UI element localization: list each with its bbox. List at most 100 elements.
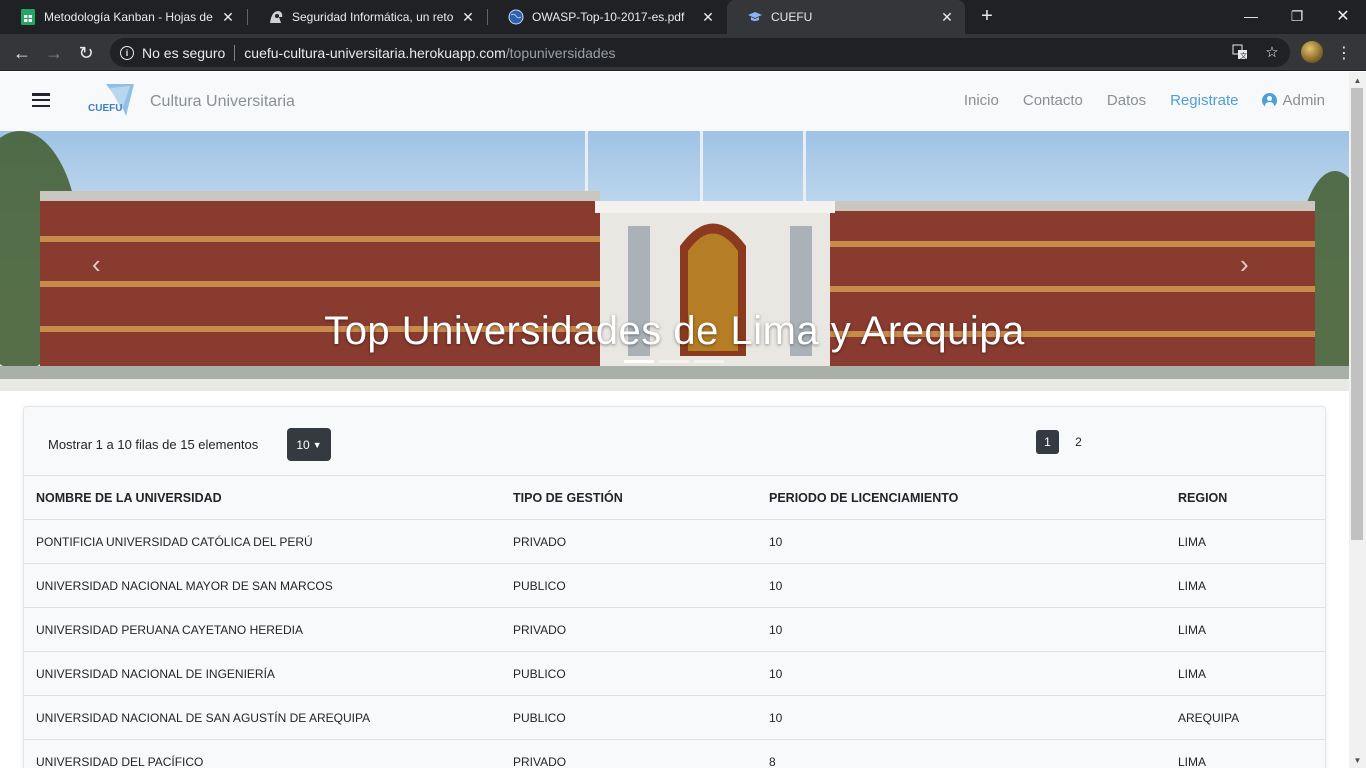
page-size-select[interactable]: 10 ▼ bbox=[287, 428, 331, 461]
table-row: UNIVERSIDAD NACIONAL DE SAN AGUSTÍN DE A… bbox=[24, 695, 1325, 739]
close-tab-icon[interactable]: ✕ bbox=[700, 9, 716, 25]
browser-tab-active[interactable]: CUEFU ✕ bbox=[727, 0, 965, 34]
graduation-cap-icon bbox=[747, 9, 763, 25]
carousel-prev-icon[interactable]: ‹ bbox=[92, 249, 101, 280]
sheets-icon bbox=[20, 9, 36, 25]
column-header-nombre[interactable]: NOMBRE DE LA UNIVERSIDAD bbox=[36, 476, 222, 520]
site-brand[interactable]: Cultura Universitaria bbox=[150, 93, 295, 111]
address-bar[interactable]: i No es seguro cuefu-cultura-universitar… bbox=[110, 38, 1290, 67]
restore-icon[interactable]: ❐ bbox=[1274, 0, 1320, 32]
menu-kebab-icon[interactable]: ⋮ bbox=[1336, 40, 1352, 66]
cell-periodo: 8 bbox=[769, 755, 776, 768]
cell-periodo: 10 bbox=[769, 535, 783, 549]
page-size-value: 10 bbox=[296, 437, 310, 452]
omnibox-divider bbox=[234, 44, 236, 61]
cell-nombre: UNIVERSIDAD NACIONAL DE INGENIERÍA bbox=[36, 667, 275, 681]
table-row: UNIVERSIDAD NACIONAL DE INGENIERÍA PUBLI… bbox=[24, 651, 1325, 695]
nav-link-contacto[interactable]: Contacto bbox=[1023, 92, 1083, 109]
browser-tab[interactable]: Seguridad Informática, un reto p ✕ bbox=[248, 0, 486, 34]
cell-region: LIMA bbox=[1178, 623, 1207, 637]
scroll-up-icon[interactable]: ▲ bbox=[1349, 72, 1366, 88]
column-header-tipo[interactable]: TIPO DE GESTIÓN bbox=[513, 476, 623, 520]
cell-nombre: UNIVERSIDAD DEL PACÍFICO bbox=[36, 755, 204, 768]
cell-tipo: PRIVADO bbox=[513, 535, 567, 549]
url-host: cuefu-cultura-universitaria.herokuapp.co… bbox=[244, 44, 506, 61]
cell-periodo: 10 bbox=[769, 711, 783, 725]
carousel-next-icon[interactable]: › bbox=[1240, 249, 1249, 280]
new-tab-button[interactable]: + bbox=[976, 6, 998, 28]
nav-link-admin[interactable]: Admin bbox=[1262, 92, 1325, 109]
cell-tipo: PUBLICO bbox=[513, 667, 566, 681]
cell-periodo: 10 bbox=[769, 667, 783, 681]
admin-label: Admin bbox=[1282, 92, 1325, 109]
profile-avatar[interactable] bbox=[1301, 41, 1323, 63]
tab-title: OWASP-Top-10-2017-es.pdf bbox=[532, 10, 685, 24]
close-tab-icon[interactable]: ✕ bbox=[460, 9, 476, 25]
cell-tipo: PRIVADO bbox=[513, 755, 567, 768]
back-arrow-icon[interactable]: ← bbox=[9, 40, 35, 66]
browser-tab[interactable]: OWASP-Top-10-2017-es.pdf ✕ bbox=[488, 0, 726, 34]
tab-title: Metodología Kanban - Hojas de c bbox=[44, 10, 214, 24]
carousel-indicator[interactable] bbox=[659, 360, 689, 363]
cell-nombre: UNIVERSIDAD NACIONAL MAYOR DE SAN MARCOS bbox=[36, 579, 333, 593]
cell-tipo: PUBLICO bbox=[513, 711, 566, 725]
carousel-indicators bbox=[624, 360, 724, 363]
cell-region: LIMA bbox=[1178, 667, 1207, 681]
site-nav-links: Inicio Contacto Datos Registrate Admin bbox=[964, 92, 1325, 109]
reload-icon[interactable]: ↻ bbox=[73, 40, 99, 66]
cell-nombre: UNIVERSIDAD PERUANA CAYETANO HEREDIA bbox=[36, 623, 303, 637]
bookmark-star-icon[interactable]: ☆ bbox=[1262, 42, 1282, 62]
site-navbar: CUEFU Cultura Universitaria Inicio Conta… bbox=[0, 72, 1349, 131]
pagination: 1 2 bbox=[1036, 430, 1090, 454]
page-button-1[interactable]: 1 bbox=[1036, 430, 1059, 454]
page-scrollbar[interactable]: ▲ ▼ bbox=[1349, 72, 1366, 768]
translate-icon[interactable]: 文 bbox=[1230, 42, 1250, 62]
cuefu-logo[interactable]: CUEFU bbox=[88, 80, 138, 122]
table-row: UNIVERSIDAD PERUANA CAYETANO HEREDIA PRI… bbox=[24, 607, 1325, 651]
chevron-down-icon: ▼ bbox=[312, 439, 322, 450]
column-header-region[interactable]: REGION bbox=[1178, 476, 1227, 520]
minimize-icon[interactable]: — bbox=[1228, 0, 1274, 32]
browser-tab-strip: Metodología Kanban - Hojas de c ✕ Seguri… bbox=[0, 0, 1366, 34]
cell-region: LIMA bbox=[1178, 579, 1207, 593]
cell-region: AREQUIPA bbox=[1178, 711, 1240, 725]
cell-region: LIMA bbox=[1178, 535, 1207, 549]
nav-link-inicio[interactable]: Inicio bbox=[964, 92, 999, 109]
cell-periodo: 10 bbox=[769, 623, 783, 637]
carousel-indicator[interactable] bbox=[624, 360, 654, 363]
hero-title: Top Universidades de Lima y Arequipa bbox=[324, 309, 1025, 353]
security-label[interactable]: No es seguro bbox=[142, 45, 225, 61]
close-tab-icon[interactable]: ✕ bbox=[939, 9, 955, 25]
cell-tipo: PUBLICO bbox=[513, 579, 566, 593]
page-button-2[interactable]: 2 bbox=[1067, 430, 1090, 454]
nav-link-registrate[interactable]: Registrate bbox=[1170, 92, 1238, 109]
close-tab-icon[interactable]: ✕ bbox=[220, 9, 236, 25]
close-window-icon[interactable]: ✕ bbox=[1320, 0, 1366, 32]
tab-title: Seguridad Informática, un reto p bbox=[292, 10, 454, 24]
cell-nombre: UNIVERSIDAD NACIONAL DE SAN AGUSTÍN DE A… bbox=[36, 711, 371, 725]
page-viewport: CUEFU Cultura Universitaria Inicio Conta… bbox=[0, 72, 1349, 768]
hamburger-menu-icon[interactable] bbox=[32, 93, 50, 107]
table-header-row: NOMBRE DE LA UNIVERSIDAD TIPO DE GESTIÓN… bbox=[24, 475, 1325, 519]
carousel-indicator[interactable] bbox=[694, 360, 724, 363]
pagination-info: Mostrar 1 a 10 filas de 15 elementos bbox=[48, 437, 259, 452]
scroll-down-icon[interactable]: ▼ bbox=[1349, 752, 1366, 768]
info-icon[interactable]: i bbox=[120, 45, 134, 60]
cell-region: LIMA bbox=[1178, 755, 1207, 768]
user-circle-icon bbox=[1262, 93, 1278, 108]
column-header-periodo[interactable]: PERIODO DE LICENCIAMIENTO bbox=[769, 476, 958, 520]
scrollbar-thumb[interactable] bbox=[1351, 88, 1363, 540]
table-row: PONTIFICIA UNIVERSIDAD CATÓLICA DEL PERÚ… bbox=[24, 519, 1325, 563]
browser-toolbar: ← → ↻ i No es seguro cuefu-cultura-unive… bbox=[0, 34, 1366, 71]
hero-carousel: ‹ › Top Universidades de Lima y Arequipa bbox=[0, 131, 1349, 391]
table-row: UNIVERSIDAD NACIONAL MAYOR DE SAN MARCOS… bbox=[24, 563, 1325, 607]
cell-tipo: PRIVADO bbox=[513, 623, 567, 637]
tab-title: CUEFU bbox=[771, 10, 813, 24]
universities-table: NOMBRE DE LA UNIVERSIDAD TIPO DE GESTIÓN… bbox=[24, 475, 1325, 768]
svg-text:文: 文 bbox=[1240, 51, 1247, 60]
universities-table-card: Mostrar 1 a 10 filas de 15 elementos 10 … bbox=[23, 406, 1326, 768]
browser-tab[interactable]: Metodología Kanban - Hojas de c ✕ bbox=[0, 0, 246, 34]
nav-link-datos[interactable]: Datos bbox=[1107, 92, 1146, 109]
url-path: /topuniversidades bbox=[505, 44, 616, 61]
forward-arrow-icon[interactable]: → bbox=[41, 40, 67, 66]
